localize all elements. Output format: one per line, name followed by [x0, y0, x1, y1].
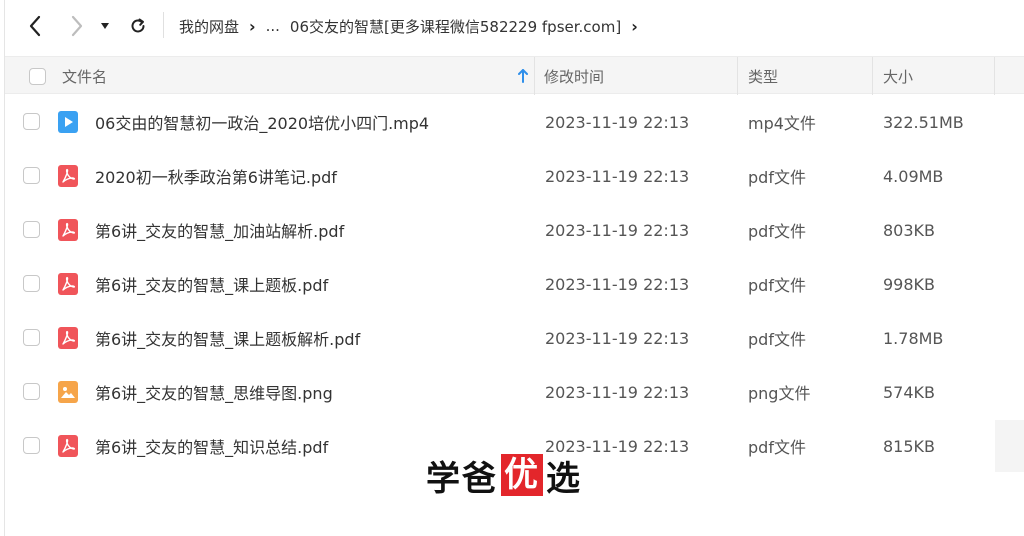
navigation-bar: 我的网盘 › ... 06交友的智慧[更多课程微信582229 fpser.co… [5, 0, 1024, 52]
file-size: 803KB [883, 220, 936, 240]
file-type: pdf文件 [748, 438, 806, 457]
breadcrumb-separator-icon[interactable]: › [631, 17, 638, 36]
watermark-logo: 学爸 优 选 [426, 452, 582, 499]
column-header-name-label: 文件名 [62, 67, 108, 86]
file-name[interactable]: 第6讲_交友的智慧_课上题板.pdf [95, 257, 328, 311]
file-type: png文件 [748, 384, 811, 403]
file-size: 574KB [883, 382, 936, 402]
breadcrumb-root[interactable]: 我的网盘 [179, 16, 239, 37]
watermark-text: 选 [546, 458, 582, 499]
file-name[interactable]: 06交由的智慧初一政治_2020培优小四门.mp4 [95, 95, 429, 149]
column-divider[interactable] [534, 57, 535, 95]
chevron-left-icon [29, 15, 41, 37]
history-dropdown-button[interactable] [97, 14, 113, 38]
column-divider[interactable] [872, 57, 873, 95]
column-header-modified[interactable]: 修改时间 [544, 57, 604, 95]
file-modified: 2023-11-19 22:13 [545, 274, 690, 294]
back-button[interactable] [23, 14, 47, 38]
file-type: pdf文件 [748, 168, 806, 187]
breadcrumb-current-folder[interactable]: 06交友的智慧[更多课程微信582229 fpser.com] [290, 16, 621, 37]
row-checkbox[interactable] [23, 221, 40, 238]
pdf-file-icon [58, 273, 78, 295]
file-name[interactable]: 第6讲_交友的智慧_课上题板解析.pdf [95, 311, 360, 365]
arrow-up-icon [518, 69, 528, 83]
breadcrumb-separator-icon: › [249, 16, 256, 36]
breadcrumb-ellipsis[interactable]: ... [266, 17, 280, 35]
column-header-type[interactable]: 类型 [748, 57, 778, 95]
column-divider[interactable] [737, 57, 738, 95]
file-size: 998KB [883, 274, 936, 294]
file-modified: 2023-11-19 22:13 [545, 328, 690, 348]
nav-divider [163, 12, 164, 38]
file-size: 1.78MB [883, 328, 944, 348]
refresh-icon [131, 18, 145, 33]
file-size: 815KB [883, 436, 936, 456]
video-file-icon [58, 111, 78, 133]
file-type: pdf文件 [748, 276, 806, 295]
table-row[interactable]: 第6讲_交友的智慧_课上题板解析.pdf 2023-11-19 22:13 pd… [5, 311, 1024, 365]
scroll-area-shade [995, 420, 1024, 472]
forward-button[interactable] [65, 14, 89, 38]
refresh-button[interactable] [126, 14, 150, 38]
file-name[interactable]: 第6讲_交友的智慧_加油站解析.pdf [95, 203, 344, 257]
caret-down-icon [101, 23, 109, 29]
row-checkbox[interactable] [23, 383, 40, 400]
column-header-name[interactable]: 文件名 [62, 57, 532, 95]
file-browser-window: 我的网盘 › ... 06交友的智慧[更多课程微信582229 fpser.co… [4, 0, 1024, 536]
watermark-highlight: 优 [501, 454, 543, 496]
watermark-text: 学爸 [426, 458, 498, 499]
file-name[interactable]: 第6讲_交友的智慧_知识总结.pdf [95, 419, 328, 473]
file-size: 4.09MB [883, 166, 944, 186]
image-file-icon [58, 381, 78, 403]
file-type: mp4文件 [748, 114, 816, 133]
table-row[interactable]: 06交由的智慧初一政治_2020培优小四门.mp4 2023-11-19 22:… [5, 95, 1024, 149]
file-type: pdf文件 [748, 222, 806, 241]
select-all-cell [29, 57, 46, 95]
file-modified: 2023-11-19 22:13 [545, 382, 690, 402]
pdf-file-icon [58, 435, 78, 457]
column-header-size[interactable]: 大小 [883, 57, 913, 95]
column-divider[interactable] [994, 57, 995, 95]
file-type: pdf文件 [748, 330, 806, 349]
select-all-checkbox[interactable] [29, 67, 46, 85]
column-header-size-label: 大小 [883, 67, 914, 86]
row-checkbox[interactable] [23, 275, 40, 292]
chevron-right-icon [71, 15, 83, 37]
file-size: 322.51MB [883, 112, 964, 132]
file-modified: 2023-11-19 22:13 [545, 220, 690, 240]
pdf-file-icon [58, 165, 78, 187]
table-row[interactable]: 第6讲_交友的智慧_课上题板.pdf 2023-11-19 22:13 pdf文… [5, 257, 1024, 311]
pdf-file-icon [58, 219, 78, 241]
row-checkbox[interactable] [23, 329, 40, 346]
breadcrumb: 我的网盘 › ... 06交友的智慧[更多课程微信582229 fpser.co… [179, 15, 648, 37]
pdf-file-icon [58, 327, 78, 349]
row-checkbox[interactable] [23, 167, 40, 184]
column-header-type-label: 类型 [748, 67, 779, 86]
row-checkbox[interactable] [23, 437, 40, 454]
file-name[interactable]: 2020初一秋季政治第6讲笔记.pdf [95, 149, 337, 203]
table-row[interactable]: 第6讲_交友的智慧_加油站解析.pdf 2023-11-19 22:13 pdf… [5, 203, 1024, 257]
file-name[interactable]: 第6讲_交友的智慧_思维导图.png [95, 365, 333, 419]
file-modified: 2023-11-19 22:13 [545, 112, 690, 132]
column-header-modified-label: 修改时间 [544, 67, 605, 86]
table-row[interactable]: 2020初一秋季政治第6讲笔记.pdf 2023-11-19 22:13 pdf… [5, 149, 1024, 203]
file-list-header: 文件名 修改时间 类型 大小 [5, 56, 1024, 95]
row-checkbox[interactable] [23, 113, 40, 130]
file-modified: 2023-11-19 22:13 [545, 166, 690, 186]
table-row[interactable]: 第6讲_交友的智慧_思维导图.png 2023-11-19 22:13 png文… [5, 365, 1024, 419]
